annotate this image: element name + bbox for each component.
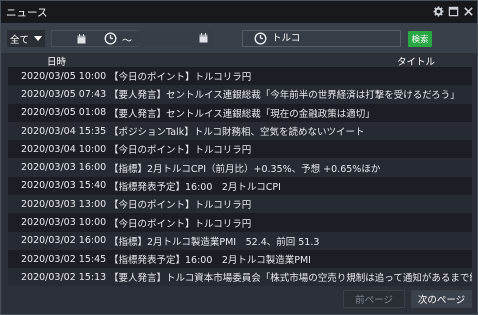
row-title: 【要人発言】セントルイス連銀総裁「今年前半の世界経済は打撃を受けるだろう」 [109,90,460,102]
scope-select[interactable]: 全て [7,30,45,47]
clock-icon[interactable] [104,32,117,45]
window-title: ニュース [6,6,48,19]
date-range-separator: ～ [122,36,132,47]
row-title: 【ポジションTalk】トルコ財務相、空気を読めないツイート [109,127,365,139]
next-page-button[interactable]: 次のページ [411,290,472,308]
table-row[interactable]: 2020/03/04 15:35 【ポジションTalk】トルコ財務相、空気を読めな… [8,121,472,141]
table-row[interactable]: 2020/03/03 10:00 【今日のポイント】トルコリラ円 [8,213,472,232]
table-row[interactable]: 2020/03/02 15:45 【指標発表予定】16:00 2月トルコ製造業PM… [8,249,472,269]
row-datetime: 2020/03/05 01:08 [21,107,107,119]
close-icon[interactable] [463,6,474,17]
table-row[interactable]: 2020/03/03 13:00 【今日のポイント】トルコリラ円 [8,195,472,214]
row-datetime: 2020/03/03 16:00 [21,162,107,174]
table-row[interactable]: 2020/03/03 16:00 【指標】2月トルコCPI（前月比）+0.35%、… [8,158,472,177]
row-datetime: 2020/03/05 07:43 [21,88,107,100]
row-datetime: 2020/03/03 13:00 [21,198,107,210]
table-header: 日時 タイトル [1,53,477,68]
scope-select-value: 全て [10,34,30,46]
news-window: ニュース 全て ～ トルコ 検索 日時 タイトル 2020/03/05 10:0… [0,0,478,315]
pagination: 前ページ 次のページ [1,286,477,314]
table-row[interactable]: 2020/03/05 10:00 【今日のポイント】トルコリラ円 [8,67,472,86]
search-button[interactable]: 検索 [408,31,432,47]
table-row[interactable]: 2020/03/05 07:43 【要人発言】セントルイス連銀総裁「今年前半の世界… [8,85,472,104]
table-row[interactable]: 2020/03/02 15:13 【要人発言】トルコ資本市場委員会「株式市場の空売… [8,268,472,287]
keyword-value: トルコ [272,33,301,44]
row-title: 【指標発表予定】16:00 2月トルコCPI [109,181,281,193]
row-title: 【指標発表予定】16:00 2月トルコ製造業PMI [109,255,311,267]
keyword-input[interactable]: トルコ [242,30,401,47]
table-row[interactable]: 2020/03/04 10:00 【今日のポイント】トルコリラ円 [8,140,472,159]
prev-page-button[interactable]: 前ページ [343,290,405,308]
row-datetime: 2020/03/03 10:00 [21,217,107,229]
row-datetime: 2020/03/02 15:13 [21,271,107,283]
row-title: 【指標】2月トルコ製造業PMI 52.4、前回 51.3 [109,236,320,248]
filter-bar: 全て ～ トルコ 検索 [1,23,477,53]
clock-icon [254,32,267,45]
header-datetime[interactable]: 日時 [47,54,66,68]
row-title: 【要人発言】セントルイス連銀総裁「現在の金融政策は適切」 [109,108,375,120]
row-title: 【要人発言】トルコ資本市場委員会「株式市場の空売り規制は追って通知があるまで継続… [109,273,472,285]
row-title: 【今日のポイント】トルコリラ円 [109,145,252,157]
row-title: 【今日のポイント】トルコリラ円 [109,200,252,212]
row-datetime: 2020/03/04 10:00 [21,143,107,155]
table-row[interactable]: 2020/03/02 16:00 【指標】2月トルコ製造業PMI 52.4、前回 … [8,231,472,250]
row-datetime: 2020/03/02 16:00 [21,235,107,247]
calendar-icon[interactable] [77,34,86,44]
row-datetime: 2020/03/02 15:45 [21,253,107,265]
row-title: 【今日のポイント】トルコリラ円 [109,218,252,230]
title-bar: ニュース [1,1,477,23]
row-title: 【指標】2月トルコCPI（前月比）+0.35%、予想 +0.65%ほか [109,163,381,175]
row-datetime: 2020/03/04 15:35 [21,125,107,137]
gear-icon[interactable] [433,6,444,17]
calendar-icon[interactable] [199,33,208,43]
minimize-icon[interactable] [448,6,459,17]
table-row[interactable]: 2020/03/03 15:40 【指標発表予定】16:00 2月トルコCPI [8,176,472,196]
date-range-group: ～ [51,30,213,47]
row-datetime: 2020/03/05 10:00 [21,70,107,82]
header-title[interactable]: タイトル [397,54,435,68]
chevron-down-icon [34,36,43,41]
window-controls [433,6,474,17]
news-list: 2020/03/05 10:00 【今日のポイント】トルコリラ円 2020/03/0… [8,67,472,287]
end-date-field[interactable] [138,30,213,47]
table-row[interactable]: 2020/03/05 01:08 【要人発言】セントルイス連銀総裁「現在の金融政策… [8,103,472,122]
row-datetime: 2020/03/03 15:40 [21,180,107,192]
row-title: 【今日のポイント】トルコリラ円 [109,72,252,84]
